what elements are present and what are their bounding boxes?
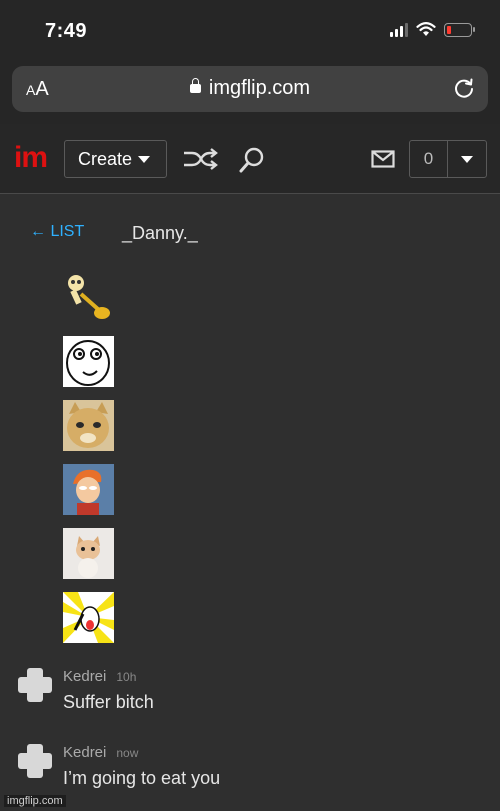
- futurama-fry-image[interactable]: [63, 464, 114, 515]
- kitten-image[interactable]: [63, 528, 114, 579]
- x-all-the-y-image[interactable]: [63, 592, 114, 643]
- derp-face-image[interactable]: [63, 336, 114, 387]
- search-icon[interactable]: [238, 146, 266, 174]
- comment-username[interactable]: Kedrei: [63, 668, 106, 685]
- create-label: Create: [78, 148, 133, 169]
- notifications-button[interactable]: 0: [409, 140, 487, 178]
- url-text: imgflip.com: [208, 77, 311, 99]
- chevron-down-icon[interactable]: [461, 155, 473, 163]
- notification-count: 0: [410, 141, 448, 177]
- back-to-list-link[interactable]: ← LIST: [30, 223, 84, 241]
- avatar[interactable]: [18, 668, 52, 702]
- battery-icon: [444, 22, 475, 37]
- watermark: imgflip.com: [4, 795, 66, 807]
- site-header: im Create 0: [0, 124, 500, 194]
- reload-icon[interactable]: [452, 76, 476, 100]
- wifi-icon: [416, 22, 436, 36]
- lock-icon: [189, 78, 201, 93]
- imgflip-logo[interactable]: im: [14, 143, 48, 173]
- chevron-down-icon: [138, 155, 151, 163]
- avatar[interactable]: [18, 744, 52, 778]
- browser-chrome: 7:49 AA imgflip.com: [0, 0, 500, 124]
- signal-icon: [390, 22, 408, 37]
- comment-timestamp: now: [116, 746, 139, 760]
- comment-text: Suffer bitch: [63, 692, 154, 712]
- comment-username[interactable]: Kedrei: [63, 744, 106, 761]
- shuffle-icon[interactable]: [182, 148, 218, 170]
- skeleton-trumpet-image[interactable]: [63, 272, 114, 323]
- address-bar[interactable]: AA imgflip.com: [12, 66, 488, 112]
- status-icons: [390, 22, 475, 37]
- status-time: 7:49: [45, 20, 88, 42]
- comment-timestamp: 10h: [116, 670, 137, 684]
- chat-username[interactable]: _Danny._: [122, 223, 198, 244]
- create-button[interactable]: Create: [64, 140, 167, 178]
- comment-text: I’m going to eat you: [63, 768, 221, 788]
- smiling-cat-image[interactable]: [63, 400, 114, 451]
- mail-icon[interactable]: [371, 150, 395, 168]
